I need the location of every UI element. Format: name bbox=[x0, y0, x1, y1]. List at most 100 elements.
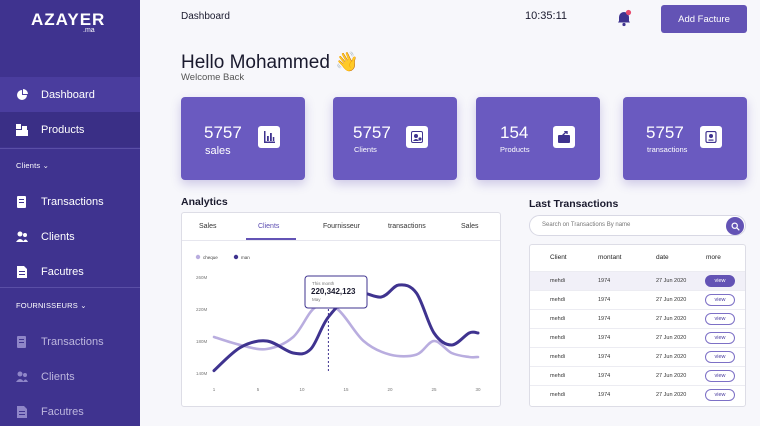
y-tick-label: 260M bbox=[196, 275, 208, 280]
column-header-date: date bbox=[656, 254, 669, 261]
sidebar-item-label: Facutres bbox=[41, 405, 84, 418]
view-button[interactable]: view bbox=[705, 275, 735, 287]
tab-sales[interactable]: Sales bbox=[199, 223, 217, 230]
search-button[interactable] bbox=[726, 217, 744, 235]
cell-client: mehdi bbox=[550, 354, 565, 360]
tab-sales-2[interactable]: Sales bbox=[461, 223, 479, 230]
greeting-text: Hello Mohammed bbox=[181, 52, 330, 73]
view-button[interactable]: view bbox=[705, 332, 735, 344]
table-row: mehdi 1974 27 Jun 2020 view bbox=[530, 385, 745, 404]
sidebar-divider bbox=[0, 148, 140, 149]
stat-label: Clients bbox=[354, 145, 377, 154]
cell-client: mehdi bbox=[550, 392, 565, 398]
document-icon bbox=[16, 405, 28, 418]
tab-transactions[interactable]: transactions bbox=[388, 223, 426, 230]
bar-chart-icon bbox=[258, 126, 280, 148]
tab-clients[interactable]: Clients bbox=[258, 223, 279, 230]
cell-montant: 1974 bbox=[598, 278, 611, 284]
sidebar-item-fournisseur-factures[interactable]: Facutres bbox=[0, 394, 140, 426]
column-header-more: more bbox=[706, 254, 721, 261]
last-transactions-title: Last Transactions bbox=[529, 198, 619, 210]
sidebar-section-clients[interactable]: Clients ⌄ bbox=[16, 161, 49, 170]
stat-card-clients[interactable]: 5757 Clients bbox=[333, 97, 457, 180]
transactions-search-input[interactable]: Search on Transactions By name bbox=[529, 215, 746, 236]
sidebar-item-label: Transactions bbox=[41, 195, 104, 208]
stat-label: Products bbox=[500, 145, 530, 154]
contact-card-icon bbox=[406, 126, 428, 148]
view-button[interactable]: view bbox=[705, 294, 735, 306]
sidebar-item-label: Clients bbox=[41, 230, 75, 243]
tab-fournisseur[interactable]: Fournisseur bbox=[323, 223, 360, 230]
table-row: mehdi 1974 27 Jun 2020 view bbox=[530, 309, 745, 328]
chevron-down-icon: ⌄ bbox=[42, 161, 50, 170]
sidebar-item-label: Products bbox=[41, 123, 85, 136]
greeting-title: Hello Mohammed 👋 bbox=[181, 50, 359, 74]
column-header-montant: montant bbox=[598, 254, 622, 261]
cell-montant: 1974 bbox=[598, 316, 611, 322]
document-icon bbox=[16, 265, 28, 278]
receipt-icon bbox=[16, 195, 28, 208]
x-tick-label: 5 bbox=[257, 387, 260, 392]
sidebar-item-fournisseur-clients[interactable]: Clients bbox=[0, 359, 140, 394]
sidebar-item-label: Clients bbox=[41, 370, 75, 383]
analytics-title: Analytics bbox=[181, 196, 228, 208]
box-arrow-icon bbox=[553, 126, 575, 148]
sidebar-item-products[interactable]: Products bbox=[0, 112, 140, 147]
section-label: FOURNISSEURS bbox=[16, 301, 78, 310]
stat-card-sales[interactable]: 5757 sales bbox=[181, 97, 305, 180]
sidebar-item-client-clients[interactable]: Clients bbox=[0, 219, 140, 254]
cell-client: mehdi bbox=[550, 297, 565, 303]
cell-montant: 1974 bbox=[598, 392, 611, 398]
sidebar: AZAYER .ma Dashboard Products Clients ⌄ … bbox=[0, 0, 140, 426]
stat-value: 5757 bbox=[646, 123, 684, 142]
cell-date: 27 Jun 2020 bbox=[656, 354, 687, 360]
chevron-down-icon: ⌄ bbox=[80, 301, 87, 310]
users-icon bbox=[16, 231, 28, 243]
sidebar-item-client-factures[interactable]: Facutres bbox=[0, 254, 140, 289]
sidebar-item-label: Transactions bbox=[41, 335, 104, 348]
cell-client: mehdi bbox=[550, 335, 565, 341]
tooltip-value: 220,342,123 bbox=[311, 287, 356, 296]
wallet-icon bbox=[700, 126, 722, 148]
view-button[interactable]: view bbox=[705, 389, 735, 401]
cell-date: 27 Jun 2020 bbox=[656, 297, 687, 303]
x-tick-label: 30 bbox=[475, 387, 481, 392]
view-button[interactable]: view bbox=[705, 313, 735, 325]
legend-swatch bbox=[233, 254, 239, 260]
cell-montant: 1974 bbox=[598, 335, 611, 341]
sidebar-section-fournisseurs[interactable]: FOURNISSEURS ⌄ bbox=[16, 301, 87, 310]
users-icon bbox=[16, 371, 28, 383]
notification-bell-icon[interactable] bbox=[616, 9, 632, 32]
x-tick-label: 10 bbox=[299, 387, 305, 392]
x-tick-label: 1 bbox=[213, 387, 216, 392]
transactions-table: Client montant date more mehdi 1974 27 Jun… bbox=[529, 244, 746, 407]
cell-date: 27 Jun 2020 bbox=[656, 335, 687, 341]
stat-value: 154 bbox=[500, 123, 529, 142]
table-row: mehdi 1974 27 Jun 2020 view bbox=[530, 271, 745, 290]
sidebar-item-fournisseur-transactions[interactable]: Transactions bbox=[0, 324, 140, 359]
legend-swatch bbox=[195, 254, 201, 260]
add-facture-button[interactable]: Add Facture bbox=[661, 5, 747, 33]
view-button[interactable]: view bbox=[705, 370, 735, 382]
y-tick-label: 140M bbox=[196, 371, 208, 376]
sidebar-divider bbox=[0, 287, 140, 288]
cell-client: mehdi bbox=[550, 278, 565, 284]
legend-label: cheque bbox=[203, 255, 218, 260]
brand-logo-suffix: .ma bbox=[83, 27, 95, 34]
view-button[interactable]: view bbox=[705, 351, 735, 363]
cell-date: 27 Jun 2020 bbox=[656, 373, 687, 379]
sidebar-item-dashboard[interactable]: Dashboard bbox=[0, 77, 140, 112]
pie-chart-icon bbox=[16, 88, 28, 101]
cell-date: 27 Jun 2020 bbox=[656, 316, 687, 322]
y-tick-label: 180M bbox=[196, 339, 208, 344]
legend-label: man bbox=[241, 255, 250, 260]
stat-value: 5757 bbox=[353, 123, 391, 142]
stat-card-products[interactable]: 154 Products bbox=[476, 97, 600, 180]
cell-date: 27 Jun 2020 bbox=[656, 392, 687, 398]
stat-card-transactions[interactable]: 5757 transactions bbox=[623, 97, 747, 180]
sidebar-item-label: Facutres bbox=[41, 265, 84, 278]
series-line-cheque bbox=[212, 303, 480, 359]
sidebar-item-client-transactions[interactable]: Transactions bbox=[0, 184, 140, 219]
boxes-icon bbox=[16, 123, 28, 136]
cell-montant: 1974 bbox=[598, 373, 611, 379]
